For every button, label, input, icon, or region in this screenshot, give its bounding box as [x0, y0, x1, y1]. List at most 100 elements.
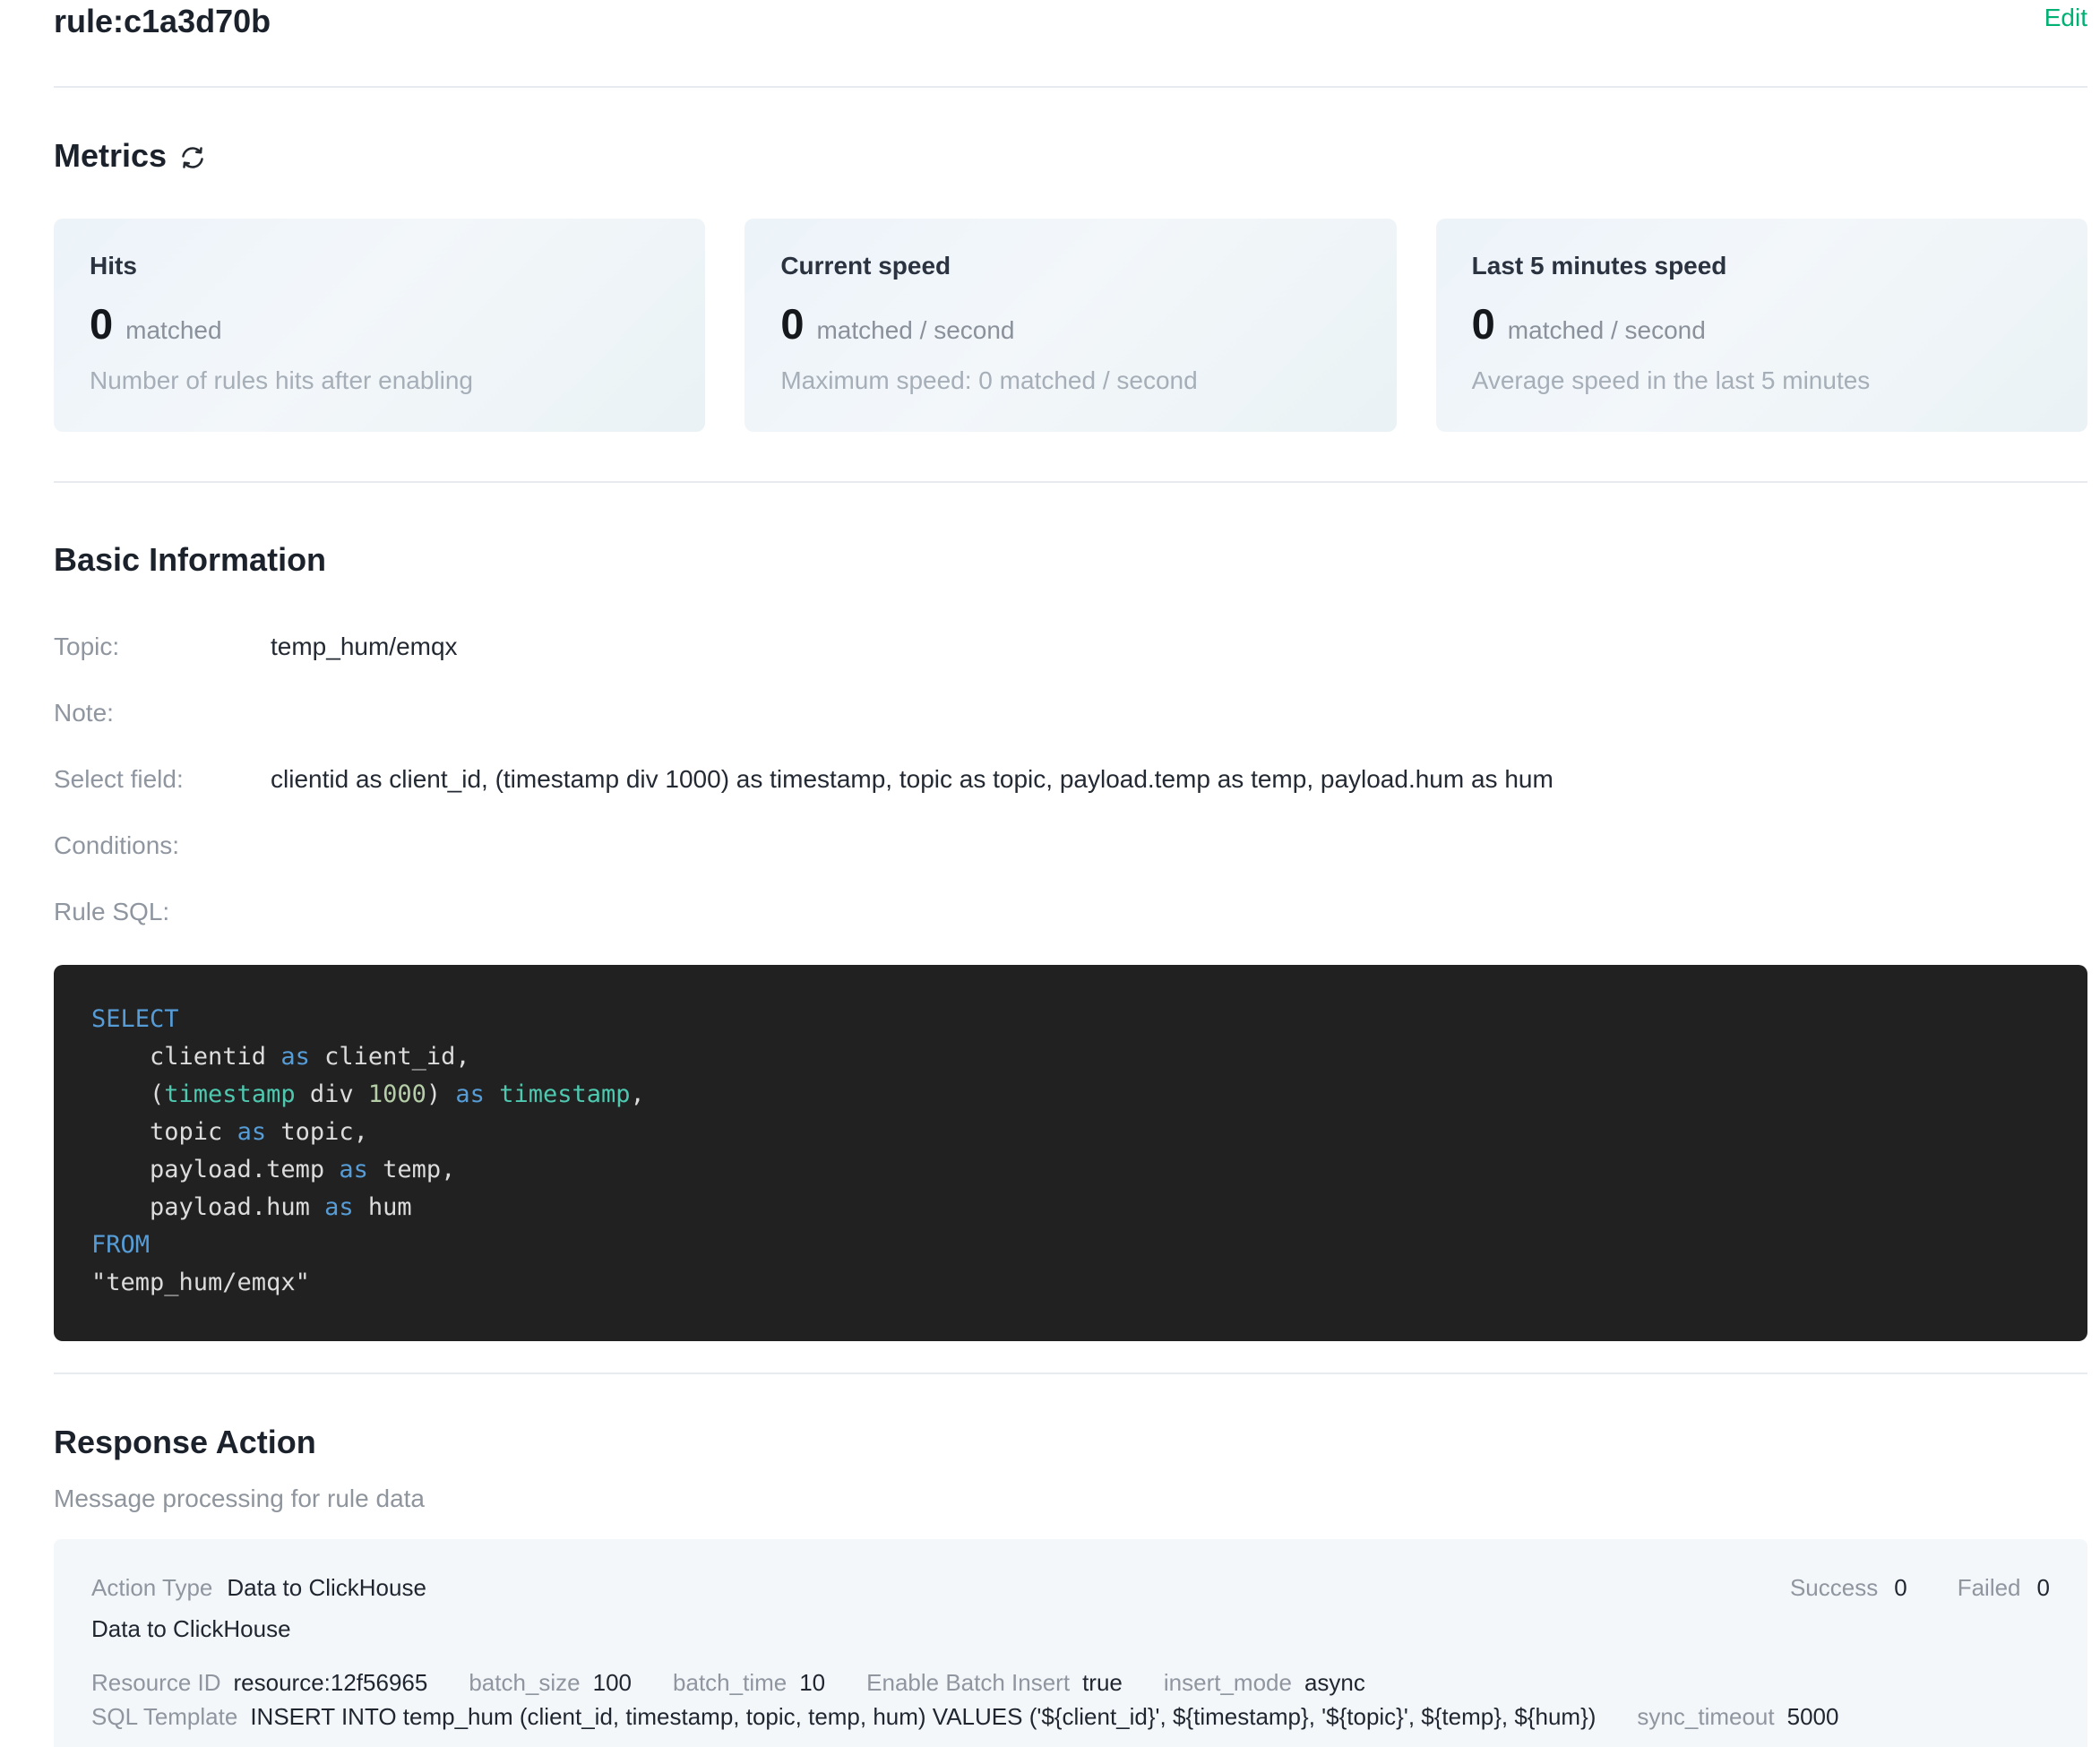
- basic-information-heading: Basic Information: [54, 540, 2087, 580]
- sql-token: div: [296, 1080, 368, 1108]
- property-value: resource:12f56965: [234, 1668, 428, 1697]
- metric-unit: matched / second: [1508, 316, 1706, 345]
- action-type-label: Action Type: [91, 1573, 212, 1602]
- sql-token: as: [324, 1193, 354, 1221]
- metric-card-current-speed: Current speed 0 matched / second Maximum…: [744, 219, 1396, 432]
- action-properties: Resource ID resource:12f56965 batch_size 10…: [91, 1668, 2050, 1731]
- sql-token: 1000: [368, 1080, 426, 1108]
- sql-token: as: [280, 1043, 310, 1071]
- action-property-insert-mode: insert_mode async: [1164, 1668, 1365, 1697]
- metric-value-row: 0 matched / second: [780, 301, 1360, 348]
- sql-token: hum: [354, 1193, 412, 1221]
- action-property-sql-template: SQL Template INSERT INTO temp_hum (client…: [91, 1702, 1596, 1731]
- sql-code-line: (timestamp div 1000) as timestamp,: [91, 1076, 2061, 1114]
- sql-token: timestamp: [499, 1080, 630, 1108]
- sql-code-line: SELECT: [91, 1001, 2061, 1038]
- metric-description: Number of rules hits after enabling: [90, 366, 669, 396]
- success-stat: Success 0: [1790, 1573, 1907, 1602]
- divider: [54, 86, 2087, 88]
- action-card-header: Action Type Data to ClickHouse Success 0…: [91, 1573, 2050, 1602]
- metric-unit: matched: [125, 316, 221, 345]
- page-title: rule:c1a3d70b: [54, 2, 271, 41]
- info-row-conditions: Conditions:: [54, 830, 2087, 861]
- refresh-icon[interactable]: [179, 144, 206, 171]
- info-row-topic: Topic: temp_hum/emqx: [54, 632, 2087, 662]
- info-value: temp_hum/emqx: [271, 632, 458, 662]
- sql-code-line: FROM: [91, 1226, 2061, 1264]
- sql-token: ): [426, 1080, 456, 1108]
- property-label: batch_time: [673, 1668, 787, 1697]
- success-value: 0: [1894, 1573, 1906, 1602]
- metric-value-row: 0 matched: [90, 301, 669, 348]
- metric-cards: Hits 0 matched Number of rules hits afte…: [54, 219, 2087, 432]
- basic-information-rows: Topic: temp_hum/emqx Note: Select field:…: [54, 632, 2087, 927]
- info-row-select-field: Select field: clientid as client_id, (ti…: [54, 764, 2087, 795]
- property-label: SQL Template: [91, 1702, 237, 1731]
- property-label: Resource ID: [91, 1668, 221, 1697]
- info-row-rule-sql: Rule SQL:: [54, 897, 2087, 927]
- sql-token: temp,: [368, 1156, 456, 1183]
- failed-value: 0: [2037, 1573, 2050, 1602]
- property-value: 5000: [1787, 1702, 1839, 1731]
- sql-token: (: [91, 1080, 164, 1108]
- response-action-subtitle: Message processing for rule data: [54, 1484, 2087, 1514]
- failed-label: Failed: [1958, 1573, 2021, 1602]
- page-header: rule:c1a3d70b Edit: [54, 2, 2087, 41]
- sql-code-line: clientid as client_id,: [91, 1038, 2061, 1076]
- property-value: 100: [593, 1668, 632, 1697]
- divider: [54, 481, 2087, 483]
- action-property-batch-time: batch_time 10: [673, 1668, 825, 1697]
- property-value: 10: [799, 1668, 825, 1697]
- response-action-heading: Response Action: [54, 1423, 2087, 1462]
- property-label: batch_size: [469, 1668, 580, 1697]
- property-label: insert_mode: [1164, 1668, 1292, 1697]
- action-type-value: Data to ClickHouse: [227, 1573, 426, 1602]
- metric-card-title: Current speed: [780, 251, 1360, 281]
- metric-card-title: Last 5 minutes speed: [1472, 251, 2052, 281]
- sql-token: client_id,: [310, 1043, 470, 1071]
- action-stats: Success 0 Failed 0: [1790, 1573, 2050, 1602]
- info-label: Rule SQL:: [54, 897, 271, 927]
- sql-token: ,: [631, 1080, 645, 1108]
- metric-card-hits: Hits 0 matched Number of rules hits afte…: [54, 219, 705, 432]
- metrics-heading: Metrics: [54, 136, 167, 176]
- metric-unit: matched / second: [816, 316, 1014, 345]
- rule-sql-code-block: SELECT clientid as client_id, (timestamp…: [54, 965, 2087, 1341]
- action-type: Action Type Data to ClickHouse: [91, 1573, 426, 1602]
- metric-value: 0: [90, 301, 113, 348]
- info-label: Select field:: [54, 764, 271, 795]
- property-label: sync_timeout: [1637, 1702, 1774, 1731]
- sql-token: topic: [91, 1118, 237, 1146]
- sql-token: payload.temp: [91, 1156, 339, 1183]
- sql-token: [485, 1080, 499, 1108]
- info-label: Conditions:: [54, 830, 271, 861]
- info-label: Topic:: [54, 632, 271, 662]
- info-value: clientid as client_id, (timestamp div 10…: [271, 764, 1553, 795]
- metric-description: Average speed in the last 5 minutes: [1472, 366, 2052, 396]
- edit-link[interactable]: Edit: [2044, 2, 2087, 34]
- metric-value-row: 0 matched / second: [1472, 301, 2052, 348]
- success-label: Success: [1790, 1573, 1878, 1602]
- action-card: Action Type Data to ClickHouse Success 0…: [54, 1539, 2087, 1747]
- action-property-resource-id: Resource ID resource:12f56965: [91, 1668, 427, 1697]
- action-property-sync-timeout: sync_timeout 5000: [1637, 1702, 1838, 1731]
- metric-card-title: Hits: [90, 251, 669, 281]
- failed-stat: Failed 0: [1958, 1573, 2050, 1602]
- property-value: true: [1082, 1668, 1123, 1697]
- sql-code-line: topic as topic,: [91, 1114, 2061, 1151]
- sql-token: as: [455, 1080, 485, 1108]
- property-value: INSERT INTO temp_hum (client_id, timesta…: [250, 1702, 1596, 1731]
- sql-token: timestamp: [164, 1080, 295, 1108]
- sql-token: topic,: [266, 1118, 368, 1146]
- property-value: async: [1304, 1668, 1365, 1697]
- sql-code-line: payload.hum as hum: [91, 1189, 2061, 1226]
- sql-token: as: [237, 1118, 267, 1146]
- property-label: Enable Batch Insert: [866, 1668, 1070, 1697]
- action-name: Data to ClickHouse: [91, 1614, 2050, 1643]
- info-label: Note:: [54, 698, 271, 728]
- info-row-note: Note:: [54, 698, 2087, 728]
- metric-card-last-5-minutes-speed: Last 5 minutes speed 0 matched / second …: [1436, 219, 2087, 432]
- sql-token: clientid: [91, 1043, 280, 1071]
- sql-code-line: payload.temp as temp,: [91, 1151, 2061, 1189]
- sql-token: as: [339, 1156, 368, 1183]
